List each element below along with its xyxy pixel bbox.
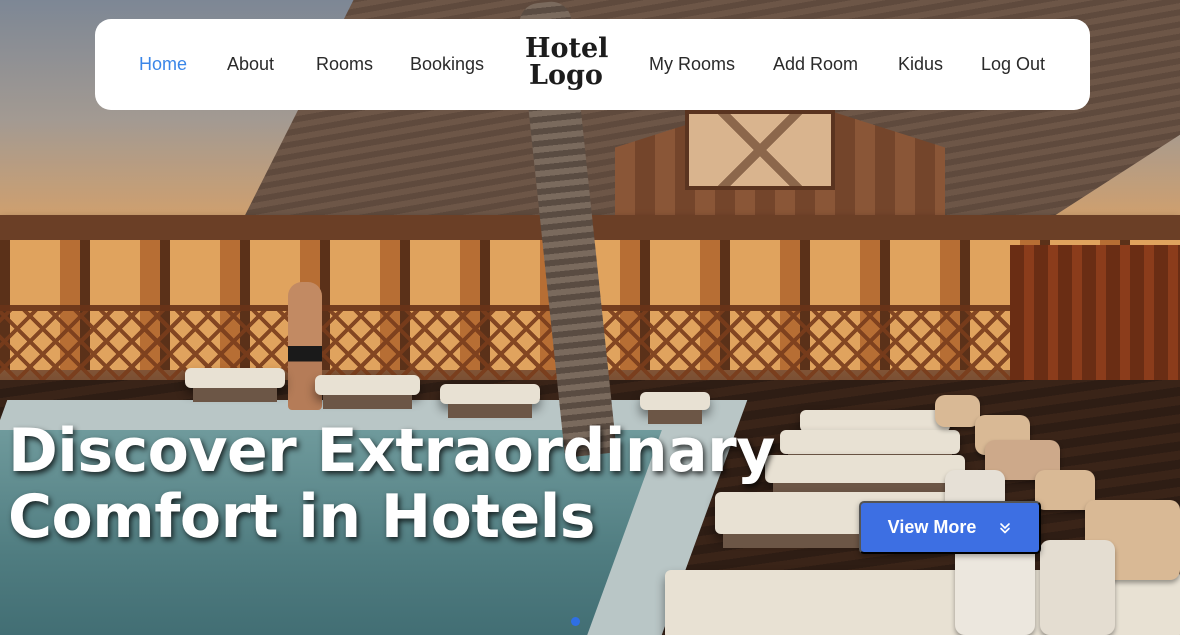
- top-navigation: Home About Rooms Bookings Hotel Logo My …: [95, 19, 1090, 110]
- nav-link-bookings[interactable]: Bookings: [410, 19, 484, 110]
- pillow: [935, 395, 980, 427]
- nav-link-rooms[interactable]: Rooms: [316, 19, 373, 110]
- nav-link-about[interactable]: About: [227, 19, 274, 110]
- sun-lounger: [440, 384, 540, 418]
- logo-line-1: Hotel: [525, 33, 609, 64]
- hotel-logo[interactable]: Hotel Logo: [525, 33, 609, 91]
- sun-lounger: [185, 368, 285, 402]
- view-more-button[interactable]: View More: [859, 501, 1041, 554]
- sun-lounger: [640, 392, 710, 424]
- view-more-label: View More: [887, 517, 977, 537]
- sun-lounger: [765, 455, 965, 497]
- nav-link-log-out[interactable]: Log Out: [981, 19, 1045, 110]
- headline-line-2: Comfort in Hotels: [8, 482, 596, 552]
- pillow: [1040, 540, 1115, 635]
- nav-link-home[interactable]: Home: [139, 19, 187, 110]
- gable-window: [685, 110, 835, 190]
- headline-line-1: Discover Extraordinary: [8, 416, 775, 486]
- nav-link-user-profile[interactable]: Kidus: [898, 19, 943, 110]
- pillow: [955, 540, 1035, 635]
- sun-lounger: [800, 410, 950, 446]
- logo-line-2: Logo: [529, 60, 603, 91]
- chevrons-down-icon: [998, 521, 1012, 535]
- sun-lounger: [780, 430, 960, 468]
- nav-link-my-rooms[interactable]: My Rooms: [649, 19, 735, 110]
- sun-lounger: [315, 375, 420, 409]
- carousel-dot-active[interactable]: [571, 617, 580, 626]
- nav-link-add-room[interactable]: Add Room: [773, 19, 858, 110]
- hero-headline: Discover Extraordinary Comfort in Hotels: [8, 416, 775, 552]
